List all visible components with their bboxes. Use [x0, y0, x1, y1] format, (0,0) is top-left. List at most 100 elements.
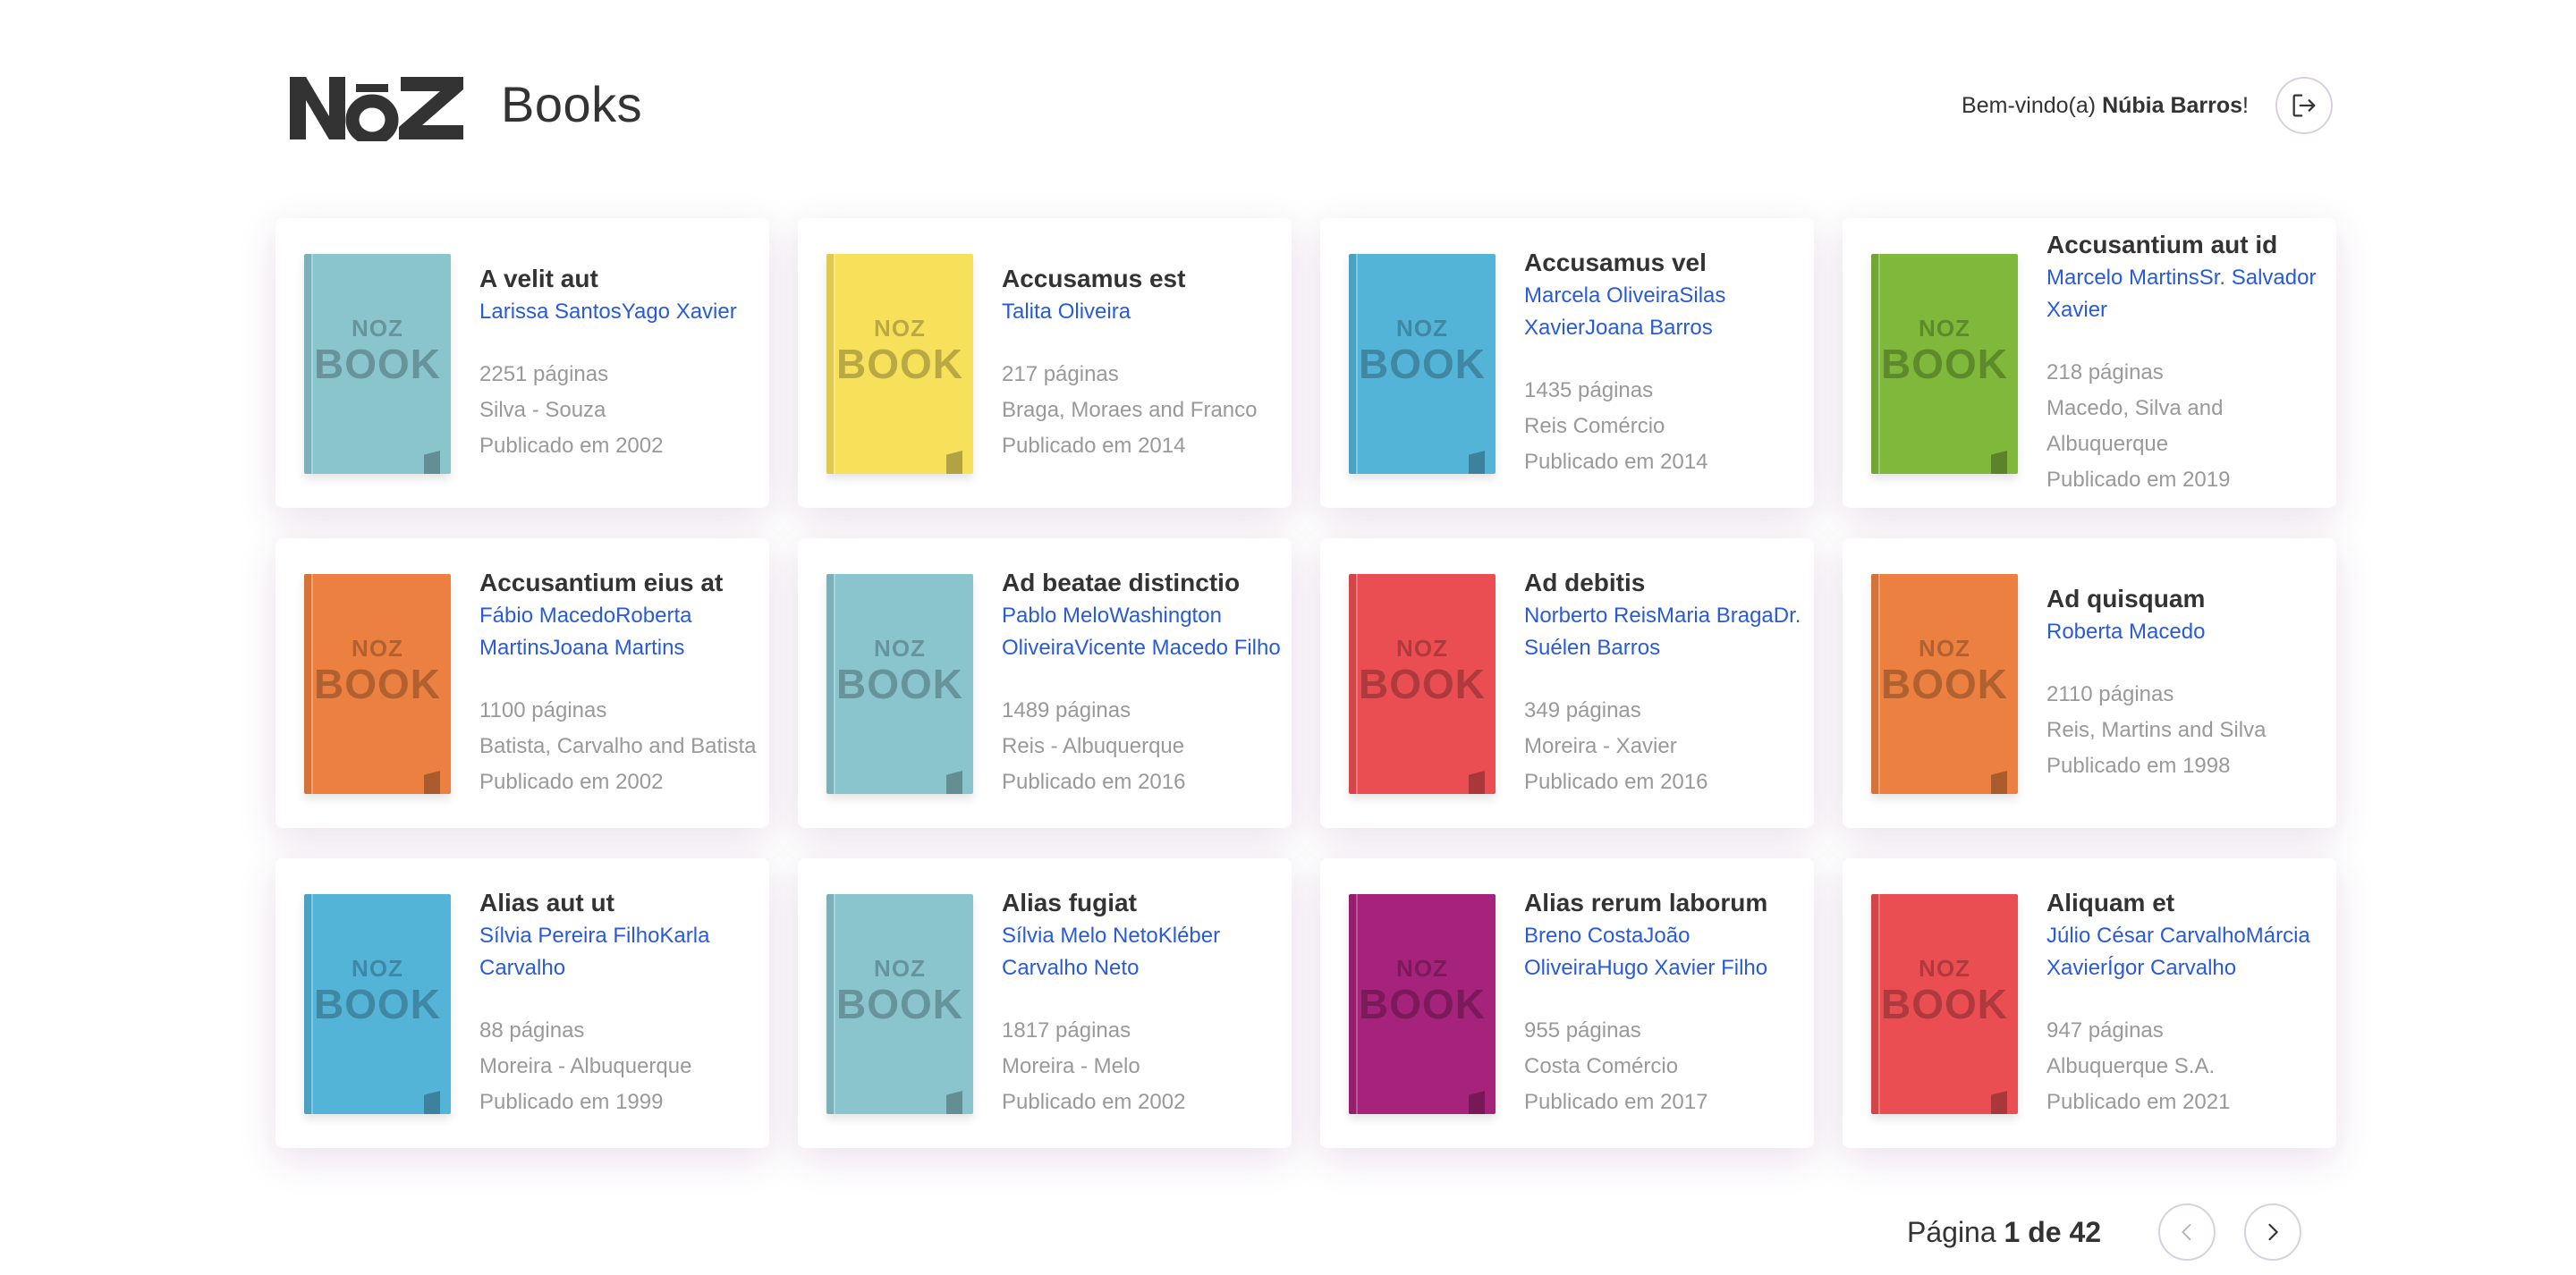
- book-published: Publicado em 2016: [1002, 770, 1186, 794]
- book-title: Accusantium aut id: [2046, 231, 2278, 258]
- cover-brand: NOZ: [874, 635, 926, 662]
- book-card[interactable]: NOZ BOOK Accusantium eius at Fábio Maced…: [275, 538, 769, 828]
- book-card[interactable]: NOZ BOOK Alias rerum laborum Breno Costa…: [1320, 858, 1814, 1148]
- current-page: 1: [2004, 1215, 2021, 1248]
- book-published: Publicado em 1998: [2046, 754, 2231, 778]
- book-meta: 1817 páginas Moreira - Melo Publicado em…: [1002, 1013, 1286, 1120]
- book-card[interactable]: NOZ BOOK Accusamus est Talita Oliveira 2…: [798, 218, 1292, 508]
- book-card[interactable]: NOZ BOOK Alias aut ut Sílvia Pereira Fil…: [275, 858, 769, 1148]
- book-publisher: Silva - Souza: [479, 398, 606, 422]
- book-pages: 1100 páginas: [479, 698, 607, 722]
- book-title: Aliquam et: [2046, 889, 2175, 916]
- welcome-suffix: !: [2242, 92, 2249, 118]
- book-publisher: Braga, Moraes and Franco: [1002, 398, 1258, 422]
- book-meta: 217 páginas Braga, Moraes and Franco Pub…: [1002, 357, 1286, 464]
- book-cover: NOZ BOOK: [1349, 894, 1496, 1114]
- bookmark-ribbon-icon: [946, 1091, 962, 1114]
- book-info: Alias aut ut Sílvia Pereira FilhoKarla C…: [479, 858, 764, 1148]
- book-meta: 218 páginas Macedo, Silva and Albuquerqu…: [2046, 355, 2331, 498]
- cover-label: BOOK: [314, 341, 441, 387]
- book-cover: NOZ BOOK: [826, 254, 973, 474]
- cover-label: BOOK: [1881, 981, 2008, 1027]
- book-cover: NOZ BOOK: [1871, 894, 2018, 1114]
- book-authors: Larissa SantosYago Xavier: [479, 300, 737, 324]
- book-title: Ad beatae distinctio: [1002, 569, 1241, 596]
- book-info: Aliquam et Júlio César CarvalhoMárcia Xa…: [2046, 858, 2331, 1148]
- book-card[interactable]: NOZ BOOK Ad beatae distinctio Pablo Melo…: [798, 538, 1292, 828]
- book-card[interactable]: NOZ BOOK A velit aut Larissa SantosYago …: [275, 218, 769, 508]
- cover-label: BOOK: [1359, 341, 1486, 387]
- book-authors: Sílvia Melo NetoKléber Carvalho Neto: [1002, 924, 1221, 980]
- app-title: Books: [501, 76, 643, 132]
- book-pages: 2110 páginas: [2046, 682, 2174, 706]
- book-pages: 217 páginas: [1002, 362, 1119, 386]
- book-authors: Fábio MacedoRoberta MartinsJoana Martins: [479, 604, 692, 660]
- previous-page-button[interactable]: [2158, 1203, 2216, 1261]
- book-pages: 218 páginas: [2046, 360, 2164, 384]
- book-publisher: Moreira - Albuquerque: [479, 1054, 692, 1078]
- book-cover: NOZ BOOK: [1349, 254, 1496, 474]
- chevron-right-icon: [2268, 1223, 2278, 1241]
- book-publisher: Moreira - Xavier: [1524, 734, 1677, 758]
- book-card[interactable]: NOZ BOOK Accusamus vel Marcela OliveiraS…: [1320, 218, 1814, 508]
- book-cover: NOZ BOOK: [826, 574, 973, 794]
- book-pages: 1489 páginas: [1002, 698, 1131, 722]
- book-info: A velit aut Larissa SantosYago Xavier 22…: [479, 218, 764, 508]
- book-card[interactable]: NOZ BOOK Ad debitis Norberto ReisMaria B…: [1320, 538, 1814, 828]
- user-name: Núbia Barros: [2102, 92, 2243, 118]
- bookmark-ribbon-icon: [946, 451, 962, 474]
- book-info: Accusamus est Talita Oliveira 217 página…: [1002, 218, 1286, 508]
- book-meta: 1100 páginas Batista, Carvalho and Batis…: [479, 693, 764, 800]
- book-published: Publicado em 2019: [2046, 468, 2231, 492]
- book-authors: Júlio César CarvalhoMárcia XavierÍgor Ca…: [2046, 924, 2310, 980]
- bookmark-ribbon-icon: [1991, 451, 2007, 474]
- cover-brand: NOZ: [1396, 315, 1448, 342]
- book-publisher: Moreira - Melo: [1002, 1054, 1140, 1078]
- bookmark-ribbon-icon: [1991, 1091, 2007, 1114]
- pagination: Página 1 de 42: [1907, 1203, 2302, 1261]
- bookmark-ribbon-icon: [424, 451, 440, 474]
- cover-label: BOOK: [836, 661, 963, 707]
- book-title: Ad debitis: [1524, 569, 1646, 596]
- book-title: Alias rerum laborum: [1524, 889, 1768, 916]
- book-published: Publicado em 2002: [1002, 1090, 1186, 1114]
- bookmark-ribbon-icon: [424, 771, 440, 794]
- cover-label: BOOK: [1881, 661, 2008, 707]
- book-card[interactable]: NOZ BOOK Alias fugiat Sílvia Melo NetoKl…: [798, 858, 1292, 1148]
- book-published: Publicado em 2017: [1524, 1090, 1708, 1114]
- book-authors: Marcelo MartinsSr. Salvador Xavier: [2046, 266, 2317, 322]
- book-meta: 1435 páginas Reis Comércio Publicado em …: [1524, 373, 1809, 480]
- cover-label: BOOK: [836, 341, 963, 387]
- book-published: Publicado em 2014: [1002, 434, 1186, 458]
- book-title: Accusamus vel: [1524, 249, 1707, 276]
- book-info: Accusantium aut id Marcelo MartinsSr. Sa…: [2046, 218, 2331, 508]
- book-card[interactable]: NOZ BOOK Aliquam et Júlio César Carvalho…: [1843, 858, 2336, 1148]
- next-page-button[interactable]: [2244, 1203, 2302, 1261]
- logout-button[interactable]: [2275, 77, 2333, 134]
- welcome-prefix: Bem-vindo(a): [1962, 92, 2097, 118]
- bookmark-ribbon-icon: [1991, 771, 2007, 794]
- book-published: Publicado em 2016: [1524, 770, 1708, 794]
- cover-label: BOOK: [314, 661, 441, 707]
- cover-brand: NOZ: [1919, 315, 1970, 342]
- book-cover: NOZ BOOK: [1871, 574, 2018, 794]
- book-cover: NOZ BOOK: [304, 894, 451, 1114]
- book-cover: NOZ BOOK: [304, 574, 451, 794]
- cover-label: BOOK: [1359, 981, 1486, 1027]
- cover-brand: NOZ: [1919, 955, 1970, 982]
- book-published: Publicado em 2002: [479, 770, 664, 794]
- book-card[interactable]: NOZ BOOK Ad quisquam Roberta Macedo 2110…: [1843, 538, 2336, 828]
- book-pages: 1435 páginas: [1524, 378, 1654, 402]
- book-pages: 955 páginas: [1524, 1018, 1641, 1043]
- book-publisher: Batista, Carvalho and Batista: [479, 734, 757, 758]
- book-meta: 88 páginas Moreira - Albuquerque Publica…: [479, 1013, 764, 1120]
- cover-label: BOOK: [314, 981, 441, 1027]
- book-meta: 2110 páginas Reis, Martins and Silva Pub…: [2046, 677, 2331, 784]
- cover-brand: NOZ: [1919, 635, 1970, 662]
- book-pages: 1817 páginas: [1002, 1018, 1131, 1043]
- book-card[interactable]: NOZ BOOK Accusantium aut id Marcelo Mart…: [1843, 218, 2336, 508]
- header: Books Bem-vindo(a) Núbia Barros!: [288, 72, 2333, 148]
- book-pages: 349 páginas: [1524, 698, 1641, 722]
- cover-label: BOOK: [1881, 341, 2008, 387]
- book-publisher: Reis Comércio: [1524, 414, 1665, 438]
